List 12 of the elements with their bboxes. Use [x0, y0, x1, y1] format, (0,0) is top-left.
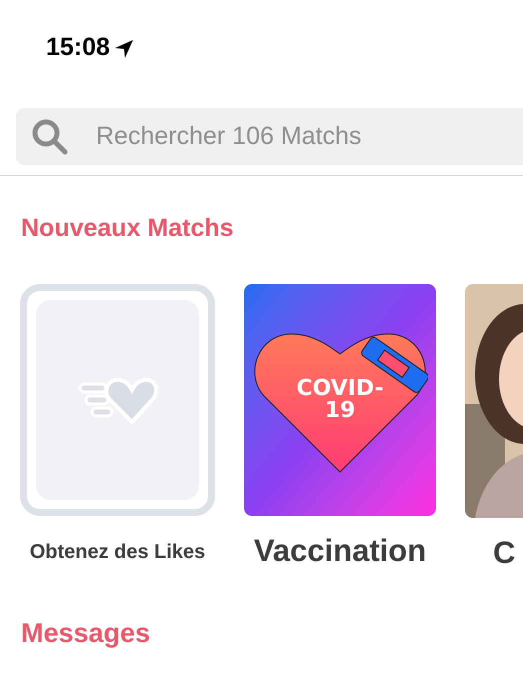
location-arrow-icon [114, 39, 134, 59]
section-title: Messages [21, 618, 150, 648]
section-title: Nouveaux Matchs [21, 214, 234, 242]
artwork-text: 19 [324, 400, 356, 422]
status-time: 15:08 [46, 32, 110, 63]
search-icon [30, 117, 70, 157]
artwork-text: COVID- [296, 378, 384, 400]
match-name: Vaccination [254, 532, 426, 570]
match-name: C [493, 534, 516, 572]
covid-artwork[interactable]: COVID- 19 [244, 284, 436, 516]
match-name: Obtenez des Likes [30, 540, 206, 564]
search-field[interactable]: Rechercher 106 Matchs [16, 108, 523, 165]
